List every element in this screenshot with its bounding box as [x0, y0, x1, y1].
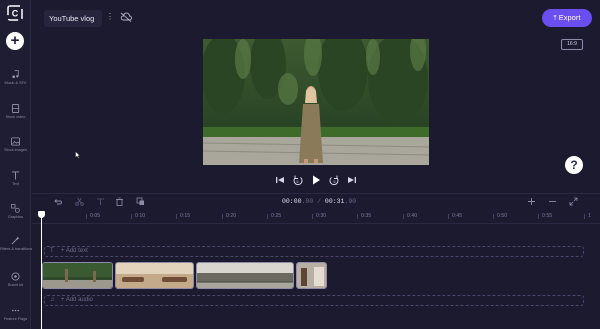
- svg-text:C: C: [12, 9, 19, 19]
- sidebar-item-label: Graphics: [7, 215, 24, 219]
- project-title-input[interactable]: YouTube vlog: [44, 10, 102, 27]
- ruler-tick: 0:45: [447, 213, 463, 219]
- ruler-tick: 1: [584, 213, 591, 219]
- clip-thumbnail: [43, 263, 112, 288]
- ruler-tick: 0:40: [402, 213, 418, 219]
- current-time-frac: .00: [301, 198, 314, 205]
- skip-to-start-icon[interactable]: [275, 174, 285, 186]
- sidebar-item-label: Stock video: [5, 115, 26, 119]
- current-time: 00:00: [282, 198, 302, 205]
- export-label: Export: [558, 13, 581, 22]
- playhead[interactable]: [41, 214, 42, 329]
- ruler-tick: 0:10: [130, 213, 146, 219]
- cut-icon[interactable]: [96, 197, 105, 206]
- shapes-icon: [11, 204, 20, 213]
- video-clip[interactable]: [196, 262, 294, 289]
- sidebar-item-feature-flags[interactable]: Feature Flags: [0, 306, 31, 322]
- split-icon[interactable]: [75, 197, 84, 206]
- app-logo-icon[interactable]: C: [7, 5, 23, 21]
- sidebar-item-brand-kit[interactable]: Brand kit: [0, 272, 31, 288]
- video-frame-image: [203, 39, 429, 165]
- ruler-tick: 0:25: [266, 213, 282, 219]
- forward-5-icon[interactable]: 5: [329, 174, 340, 186]
- sidebar-item-label: Music & SFX: [4, 81, 27, 85]
- add-audio-button[interactable]: + Add audio: [61, 297, 93, 303]
- zoom-in-icon[interactable]: [527, 197, 536, 206]
- sidebar: C + Music & SFX Stock video Stock images…: [0, 0, 33, 329]
- video-clip[interactable]: [42, 262, 113, 289]
- add-media-button[interactable]: +: [6, 32, 24, 50]
- clip-thumbnail: [297, 263, 326, 288]
- music-note-icon: ♫: [50, 297, 55, 303]
- text-track[interactable]: [44, 246, 584, 257]
- zoom-out-icon[interactable]: [548, 197, 557, 206]
- upload-icon: ⤒: [553, 15, 557, 22]
- more-icon: [11, 309, 20, 312]
- total-time: 00:31: [324, 198, 345, 205]
- magic-wand-icon: [11, 236, 20, 245]
- svg-text:5: 5: [334, 180, 336, 184]
- sidebar-item-label: Feature Flags: [3, 317, 28, 321]
- duplicate-icon[interactable]: [136, 197, 145, 206]
- audio-track[interactable]: [44, 295, 584, 306]
- play-icon[interactable]: [311, 174, 321, 186]
- sidebar-item-graphics[interactable]: Graphics: [0, 204, 31, 220]
- ruler-tick: 0:20: [221, 213, 237, 219]
- playhead-handle[interactable]: [38, 211, 45, 218]
- sidebar-item-text[interactable]: Text: [0, 171, 31, 187]
- add-text-button[interactable]: + Add text: [61, 248, 88, 254]
- video-clip[interactable]: [296, 262, 327, 289]
- cloud-off-icon: [120, 12, 132, 22]
- music-note-icon: [12, 70, 19, 79]
- total-time-frac: .90: [344, 198, 357, 205]
- video-preview: [203, 39, 429, 165]
- ruler-tick: 0:05: [85, 213, 101, 219]
- delete-icon[interactable]: [115, 197, 124, 206]
- export-button[interactable]: ⤒ Export: [542, 9, 592, 27]
- ruler-tick: 0:50: [492, 213, 508, 219]
- fit-timeline-icon[interactable]: [569, 197, 578, 206]
- timeline-ruler[interactable]: 0:05 0:10 0:15 0:20 0:25 0:30 0:35 0:40 …: [32, 210, 600, 224]
- clip-thumbnail: [116, 263, 193, 288]
- rewind-5-icon[interactable]: 5: [292, 174, 303, 186]
- help-button[interactable]: ?: [565, 156, 583, 174]
- aspect-ratio-button[interactable]: 16:9: [561, 39, 583, 50]
- timecode: 00:00.00 / 00:31.90: [282, 198, 356, 205]
- sidebar-item-stock-video[interactable]: Stock video: [0, 104, 31, 120]
- sidebar-item-filters[interactable]: Filters & transitions: [0, 236, 33, 251]
- text-track-icon: T: [50, 248, 54, 254]
- project-menu-icon[interactable]: ⋮: [106, 12, 114, 21]
- skip-to-end-icon[interactable]: [347, 174, 357, 186]
- sidebar-item-label: Brand kit: [8, 283, 23, 287]
- sidebar-item-music[interactable]: Music & SFX: [0, 70, 31, 86]
- text-icon: [11, 171, 20, 180]
- image-icon: [11, 137, 20, 146]
- ruler-tick: 0:15: [175, 213, 191, 219]
- sidebar-item-label: Filters & transitions: [0, 247, 33, 251]
- undo-icon[interactable]: [53, 197, 62, 206]
- time-separator: /: [313, 198, 325, 205]
- ruler-tick: 0:35: [356, 213, 372, 219]
- ruler-tick: 0:30: [311, 213, 327, 219]
- svg-text:5: 5: [297, 180, 299, 184]
- video-clip[interactable]: [115, 262, 194, 289]
- sidebar-item-label: Stock images: [4, 148, 27, 152]
- mouse-cursor-icon: [75, 151, 81, 159]
- clip-thumbnail: [197, 263, 293, 288]
- ruler-tick: 0:55: [537, 213, 553, 219]
- brand-icon: [11, 272, 20, 281]
- sidebar-item-label: Text: [12, 182, 19, 186]
- sidebar-item-stock-images[interactable]: Stock images: [0, 137, 31, 153]
- film-icon: [11, 104, 20, 113]
